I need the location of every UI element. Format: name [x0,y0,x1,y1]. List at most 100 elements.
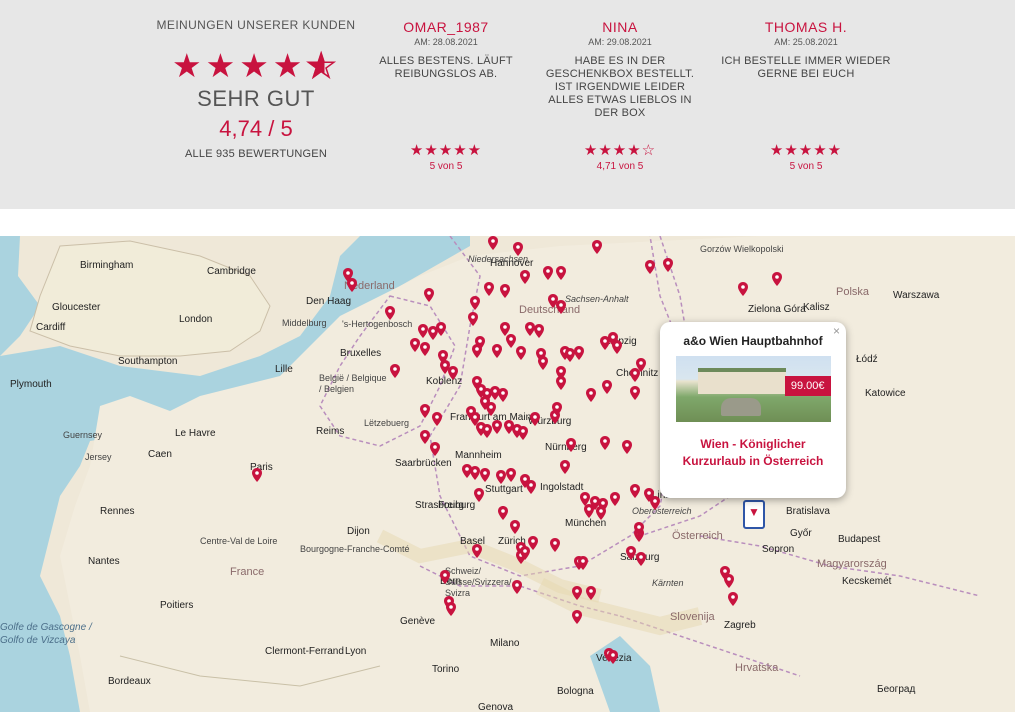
map-pin-icon[interactable] [252,468,262,482]
map-pin-icon[interactable] [420,404,430,418]
map-pin-icon[interactable] [418,324,428,338]
hotel-popup[interactable]: × a&o Wien Hauptbahnhof 99.00€ Wien - Kö… [660,322,846,498]
map-pin-icon[interactable] [512,580,522,594]
close-icon[interactable]: × [833,324,840,338]
map-pin-icon[interactable] [630,386,640,400]
map-pin-icon[interactable] [488,236,498,250]
map-pin-icon[interactable] [506,468,516,482]
map-pin-icon[interactable] [472,544,482,558]
map-label: Kalisz [803,302,830,313]
map-pin-icon[interactable] [420,342,430,356]
review-date: AM: 29.08.2021 [588,37,652,47]
map-pin-icon[interactable] [584,504,594,518]
offer-link[interactable]: Wien - Königlicher Kurzurlaub in Österre… [660,436,846,470]
map-label: Slovenija [670,611,715,623]
map-pin-icon[interactable] [602,380,612,394]
map-pin-icon[interactable] [510,520,520,534]
map-pin-icon[interactable] [634,522,644,536]
map-pin-icon[interactable] [385,306,395,320]
map-pin-icon[interactable] [538,356,548,370]
map-pin-icon[interactable] [446,602,456,616]
map-label: Saarbrücken [395,458,452,469]
map-pin-icon[interactable] [347,278,357,292]
map-pin-icon[interactable] [543,266,553,280]
map-pin-icon[interactable] [612,340,622,354]
ratings-count-link[interactable]: ALLE 935 BEWERTUNGEN [140,148,372,160]
map-pin-icon[interactable] [520,546,530,560]
map-pin-icon[interactable] [492,420,502,434]
map-pin-icon[interactable] [500,284,510,298]
map-pin-icon[interactable] [738,282,748,296]
map-pin-icon[interactable] [436,322,446,336]
map-pin-icon[interactable] [484,282,494,296]
map-pin-icon[interactable] [432,412,442,426]
map-pin-icon[interactable] [550,538,560,552]
map-pin-icon[interactable] [600,436,610,450]
map-pin-icon[interactable] [492,344,502,358]
map-pin-icon[interactable] [470,296,480,310]
map-pin-icon[interactable] [556,266,566,280]
map-pin-icon[interactable] [630,484,640,498]
map-pin-icon[interactable] [482,424,492,438]
map-pin-icon[interactable] [608,650,618,664]
map-label: België / Belgique / Belgien [319,373,387,394]
map-pin-icon[interactable] [622,440,632,454]
map-pin-icon[interactable] [470,466,480,480]
map-pin-icon[interactable] [520,270,530,284]
map-pin-icon[interactable] [440,570,450,584]
map-pin-icon[interactable] [724,574,734,588]
map-pin-icon[interactable] [572,586,582,600]
map-pin-icon[interactable] [552,402,562,416]
map-pin-icon[interactable] [586,388,596,402]
map-pin-icon[interactable] [728,592,738,606]
map-pin-icon[interactable] [468,312,478,326]
map-pin-icon[interactable] [498,506,508,520]
hotel-map[interactable]: Birmingham Cambridge Gloucester London C… [0,236,1015,712]
review-text: ALLES BESTENS. LÄUFT REIBUNGSLOS AB. [379,55,513,80]
map-pin-icon[interactable] [496,470,506,484]
map-pin-icon[interactable] [410,338,420,352]
map-pin-icon[interactable] [556,300,566,314]
map-pin-icon[interactable] [390,364,400,378]
map-pin-icon[interactable] [626,546,636,560]
map-pin-icon[interactable] [636,358,646,372]
map-pin-icon[interactable] [636,552,646,566]
map-pin-icon[interactable] [448,366,458,380]
map-pin-icon[interactable] [663,258,673,272]
map-pin-icon[interactable] [586,586,596,600]
map-pin-icon[interactable] [574,346,584,360]
map-label: Österreich [672,530,723,542]
map-label: Stuttgart [485,484,523,495]
map-pin-icon[interactable] [556,376,566,390]
map-pin-icon[interactable] [516,346,526,360]
map-pin-icon[interactable] [430,442,440,456]
map-pin-icon[interactable] [506,334,516,348]
fountain-graphic [720,398,761,416]
map-pin-icon[interactable] [518,426,528,440]
map-pin-icon[interactable] [486,402,496,416]
map-pin-icon[interactable] [610,492,620,506]
selected-hotel-marker[interactable]: ▼ [743,500,765,529]
map-pin-icon[interactable] [772,272,782,286]
map-pin-icon[interactable] [572,610,582,624]
map-pin-icon[interactable] [424,288,434,302]
map-pin-icon[interactable] [534,324,544,338]
hotel-image[interactable]: 99.00€ [675,356,831,422]
map-pin-icon[interactable] [420,430,430,444]
map-pin-icon[interactable] [513,242,523,256]
map-pin-icon[interactable] [560,460,570,474]
map-pin-icon[interactable] [596,506,606,520]
map-pin-icon[interactable] [526,480,536,494]
map-pin-icon[interactable] [530,412,540,426]
map-label: Lille [275,364,293,375]
map-pin-icon[interactable] [650,496,660,510]
map-pin-icon[interactable] [480,468,490,482]
map-pin-icon[interactable] [474,488,484,502]
map-pin-icon[interactable] [592,240,602,254]
map-pin-icon[interactable] [566,438,576,452]
map-pin-icon[interactable] [645,260,655,274]
map-pin-icon[interactable] [472,344,482,358]
map-label: Bourgogne-Franche-Comté [300,544,410,554]
map-pin-icon[interactable] [578,556,588,570]
map-pin-icon[interactable] [498,388,508,402]
